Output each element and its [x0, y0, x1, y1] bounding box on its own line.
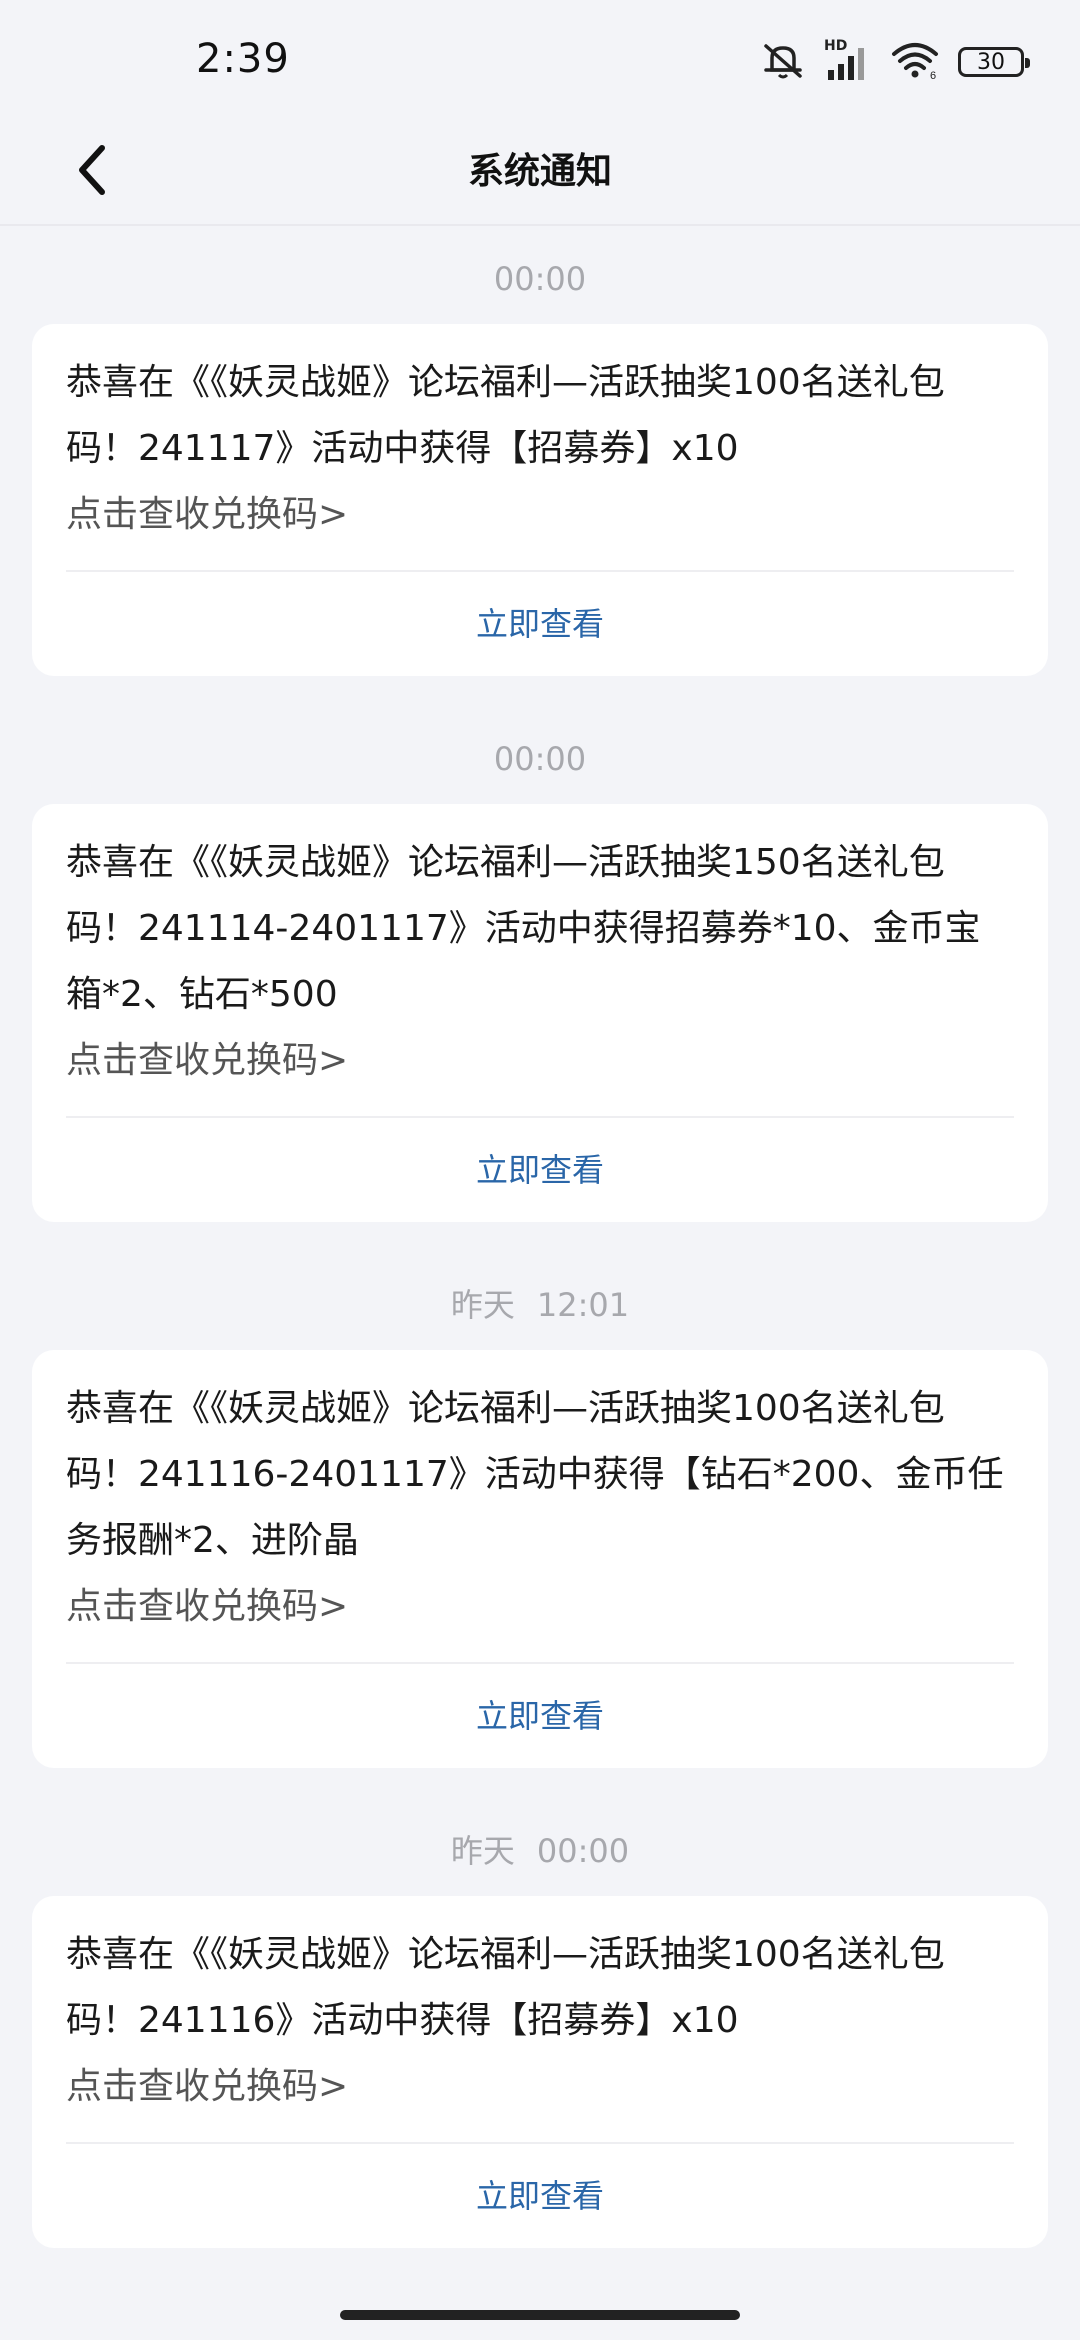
notification-card[interactable]: 恭喜在《《妖灵战姬》论坛福利—活跃抽奖100名送礼包码！241117》活动中获得…: [32, 324, 1048, 676]
timestamp-date: 昨天: [450, 1286, 515, 1324]
notification-card[interactable]: 恭喜在《《妖灵战姬》论坛福利—活跃抽奖100名送礼包码！241116-24011…: [32, 1350, 1048, 1768]
signal-icon: HD: [824, 38, 872, 82]
notification-message: 恭喜在《《妖灵战姬》论坛福利—活跃抽奖100名送礼包码！241117》活动中获得…: [66, 362, 945, 469]
notification-message: 恭喜在《《妖灵战姬》论坛福利—活跃抽奖100名送礼包码！241116》活动中获得…: [66, 1934, 945, 2041]
back-arrow-icon: [79, 145, 105, 195]
notification-card[interactable]: 恭喜在《《妖灵战姬》论坛福利—活跃抽奖100名送礼包码！241116》活动中获得…: [32, 1896, 1048, 2248]
back-button[interactable]: [48, 126, 136, 214]
view-now-button[interactable]: 立即查看: [66, 1664, 1014, 1768]
timestamp: 昨天 00:00: [0, 1796, 1080, 1896]
redeem-code-link[interactable]: 点击查收兑换码>: [66, 2054, 1014, 2142]
view-now-button[interactable]: 立即查看: [66, 1118, 1014, 1222]
page-title: 系统通知: [467, 151, 612, 192]
svg-text:6: 6: [930, 70, 936, 80]
notification-feed[interactable]: 00:00 恭喜在《《妖灵战姬》论坛福利—活跃抽奖100名送礼包码！241117…: [0, 224, 1080, 2248]
status-icons: HD 6 30: [760, 38, 1030, 84]
nav-bar: 系统通知: [0, 120, 1080, 226]
timestamp: 00:00: [0, 704, 1080, 804]
home-indicator[interactable]: [340, 2310, 740, 2320]
status-time: 2:39: [196, 36, 290, 82]
notification-card[interactable]: 恭喜在《《妖灵战姬》论坛福利—活跃抽奖150名送礼包码！241114-24011…: [32, 804, 1048, 1222]
redeem-code-link[interactable]: 点击查收兑换码>: [66, 1028, 1014, 1116]
battery-icon: 30: [958, 47, 1030, 77]
timestamp: 昨天 12:01: [0, 1250, 1080, 1350]
notification-message: 恭喜在《《妖灵战姬》论坛福利—活跃抽奖100名送礼包码！241116-24011…: [66, 1388, 1004, 1561]
view-now-button[interactable]: 立即查看: [66, 572, 1014, 676]
mute-icon: [760, 40, 806, 84]
timestamp-time: 00:00: [536, 1832, 630, 1870]
view-now-button[interactable]: 立即查看: [66, 2144, 1014, 2248]
redeem-code-link[interactable]: 点击查收兑换码>: [66, 482, 1014, 570]
timestamp-time: 00:00: [493, 740, 587, 778]
redeem-code-link[interactable]: 点击查收兑换码>: [66, 1574, 1014, 1662]
timestamp-time: 00:00: [493, 260, 587, 298]
status-bar: 2:39 HD 6 30: [0, 0, 1080, 120]
timestamp-time: 12:01: [536, 1286, 630, 1324]
notification-message: 恭喜在《《妖灵战姬》论坛福利—活跃抽奖150名送礼包码！241114-24011…: [66, 842, 981, 1015]
wifi-icon: 6: [890, 40, 940, 84]
timestamp: 00:00: [0, 224, 1080, 324]
timestamp-date: 昨天: [450, 1832, 515, 1870]
